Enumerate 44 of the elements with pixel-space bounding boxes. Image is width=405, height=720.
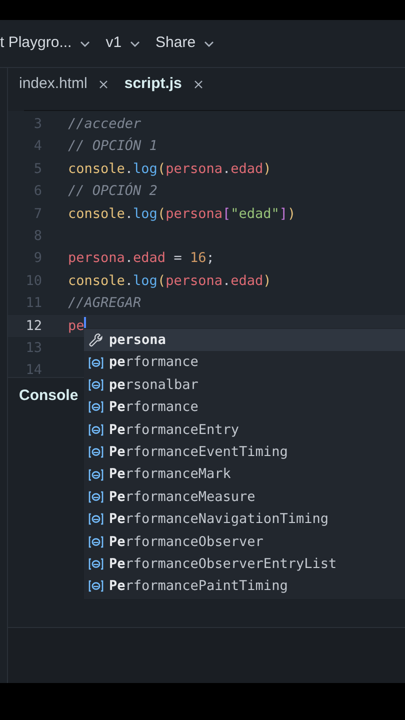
variable-icon — [88, 490, 104, 504]
suggestion-item[interactable]: PerformanceMark — [84, 463, 405, 486]
code-line: // OPCIÓN 1 — [68, 136, 158, 156]
chevron-down-icon — [80, 40, 90, 46]
code-line: //acceder — [68, 115, 142, 134]
variable-icon — [88, 356, 104, 370]
chevron-down-icon — [130, 40, 140, 46]
suggestion-item[interactable]: PerformanceObserverEntryList — [84, 552, 405, 576]
header-menu-button[interactable]: Share — [156, 32, 214, 55]
suggestion-item[interactable]: PerformanceObserver — [84, 530, 405, 553]
code-line: console.log(persona["edad"]) — [68, 204, 296, 224]
chevron-down-icon — [204, 40, 214, 46]
code-line: persona.edad = 16; — [68, 249, 214, 268]
suggestion-item[interactable]: PerformanceMeasure — [84, 486, 405, 508]
variable-icon — [88, 445, 104, 460]
variable-icon — [88, 534, 104, 549]
code-line: console.log(persona.edad) — [68, 272, 272, 291]
file-tab[interactable]: index.html — [19, 72, 108, 96]
line-number: 12 — [24, 316, 42, 336]
variable-icon — [88, 579, 104, 594]
console-title[interactable]: Console — [19, 387, 78, 404]
variable-icon — [88, 468, 104, 482]
suggestion-item[interactable]: PerformanceNavigationTiming — [84, 508, 405, 531]
suggestion-item[interactable]: PerformanceEntry — [84, 418, 405, 441]
suggestion-item[interactable]: Performance — [84, 396, 405, 419]
code-line: console.log(persona.edad) — [68, 160, 272, 179]
close-icon[interactable] — [194, 80, 203, 88]
file-tab[interactable]: script.js — [124, 72, 203, 96]
code-line: //AGREGAR — [68, 294, 142, 314]
suggestion-item[interactable]: persona — [84, 329, 405, 352]
variable-icon — [88, 378, 104, 392]
header-menu-button[interactable]: v1 — [106, 32, 140, 55]
suggestion-item[interactable]: PerformancePaintTiming — [84, 575, 405, 598]
header-menu-button[interactable]: t Playgro... — [0, 32, 90, 55]
close-icon[interactable] — [99, 80, 108, 88]
variable-icon — [88, 557, 104, 572]
suggestion-item[interactable]: performance — [84, 351, 405, 374]
variable-icon — [88, 422, 104, 437]
variable-icon — [88, 400, 104, 414]
variable-icon — [88, 512, 104, 526]
suggestion-item[interactable]: PerformanceEventTiming — [84, 440, 405, 464]
code-line: pe — [68, 316, 84, 336]
wrench-icon — [88, 332, 104, 348]
code-line: // OPCIÓN 2 — [68, 182, 158, 202]
